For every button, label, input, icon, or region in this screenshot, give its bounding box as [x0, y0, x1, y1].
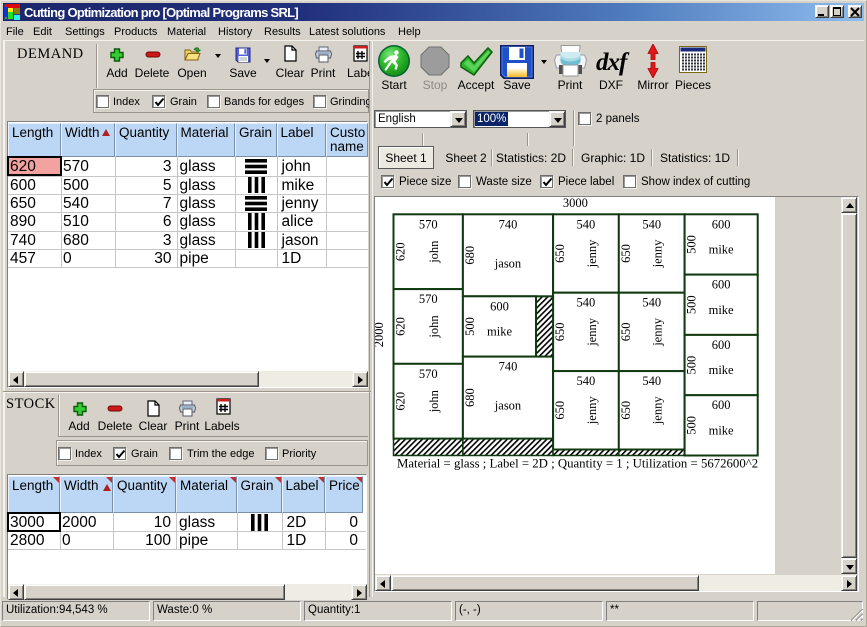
svg-text:mike: mike — [709, 363, 734, 377]
svg-text:540: 540 — [642, 217, 661, 231]
svg-text:540: 540 — [577, 374, 596, 388]
svg-text:mike: mike — [709, 303, 734, 317]
svg-text:jenny: jenny — [651, 396, 665, 426]
svg-text:600: 600 — [712, 398, 731, 412]
svg-text:john: john — [427, 315, 441, 339]
svg-text:jenny: jenny — [651, 239, 665, 269]
svg-text:620: 620 — [394, 317, 408, 336]
svg-text:680: 680 — [463, 246, 477, 265]
svg-text:620: 620 — [394, 242, 408, 261]
svg-text:mike: mike — [709, 243, 734, 257]
svg-text:650: 650 — [619, 323, 633, 342]
svg-text:650: 650 — [619, 401, 633, 420]
svg-text:540: 540 — [642, 374, 661, 388]
svg-text:500: 500 — [685, 235, 699, 254]
svg-text:740: 740 — [499, 360, 518, 374]
svg-text:john: john — [427, 240, 441, 264]
svg-text:650: 650 — [553, 401, 567, 420]
svg-text:540: 540 — [577, 296, 596, 310]
svg-text:jenny: jenny — [585, 396, 599, 426]
svg-text:john: john — [427, 389, 441, 413]
svg-text:570: 570 — [419, 217, 438, 231]
svg-text:600: 600 — [712, 217, 731, 231]
svg-text:570: 570 — [419, 292, 438, 306]
svg-text:2000: 2000 — [375, 322, 386, 347]
svg-text:540: 540 — [642, 296, 661, 310]
svg-text:jenny: jenny — [585, 239, 599, 269]
svg-text:650: 650 — [553, 323, 567, 342]
svg-text:mike: mike — [487, 325, 512, 339]
svg-text:650: 650 — [553, 244, 567, 263]
svg-text:600: 600 — [490, 299, 509, 313]
svg-text:3000: 3000 — [563, 197, 588, 210]
svg-text:600: 600 — [712, 338, 731, 352]
svg-text:740: 740 — [499, 217, 518, 231]
svg-text:500: 500 — [685, 416, 699, 435]
svg-text:680: 680 — [463, 388, 477, 407]
svg-text:jenny: jenny — [585, 317, 599, 347]
svg-text:650: 650 — [619, 244, 633, 263]
svg-text:jason: jason — [494, 256, 522, 270]
svg-text:600: 600 — [712, 278, 731, 292]
svg-text:500: 500 — [463, 317, 477, 336]
svg-text:jason: jason — [494, 399, 522, 413]
svg-text:Material = glass ; Label = 2D: Material = glass ; Label = 2D ; Quantity… — [397, 457, 758, 471]
svg-text:jenny: jenny — [651, 317, 665, 347]
svg-text:500: 500 — [685, 356, 699, 375]
svg-text:500: 500 — [685, 295, 699, 314]
svg-text:570: 570 — [419, 367, 438, 381]
svg-text:620: 620 — [394, 392, 408, 411]
svg-text:mike: mike — [709, 423, 734, 437]
svg-text:540: 540 — [577, 217, 596, 231]
